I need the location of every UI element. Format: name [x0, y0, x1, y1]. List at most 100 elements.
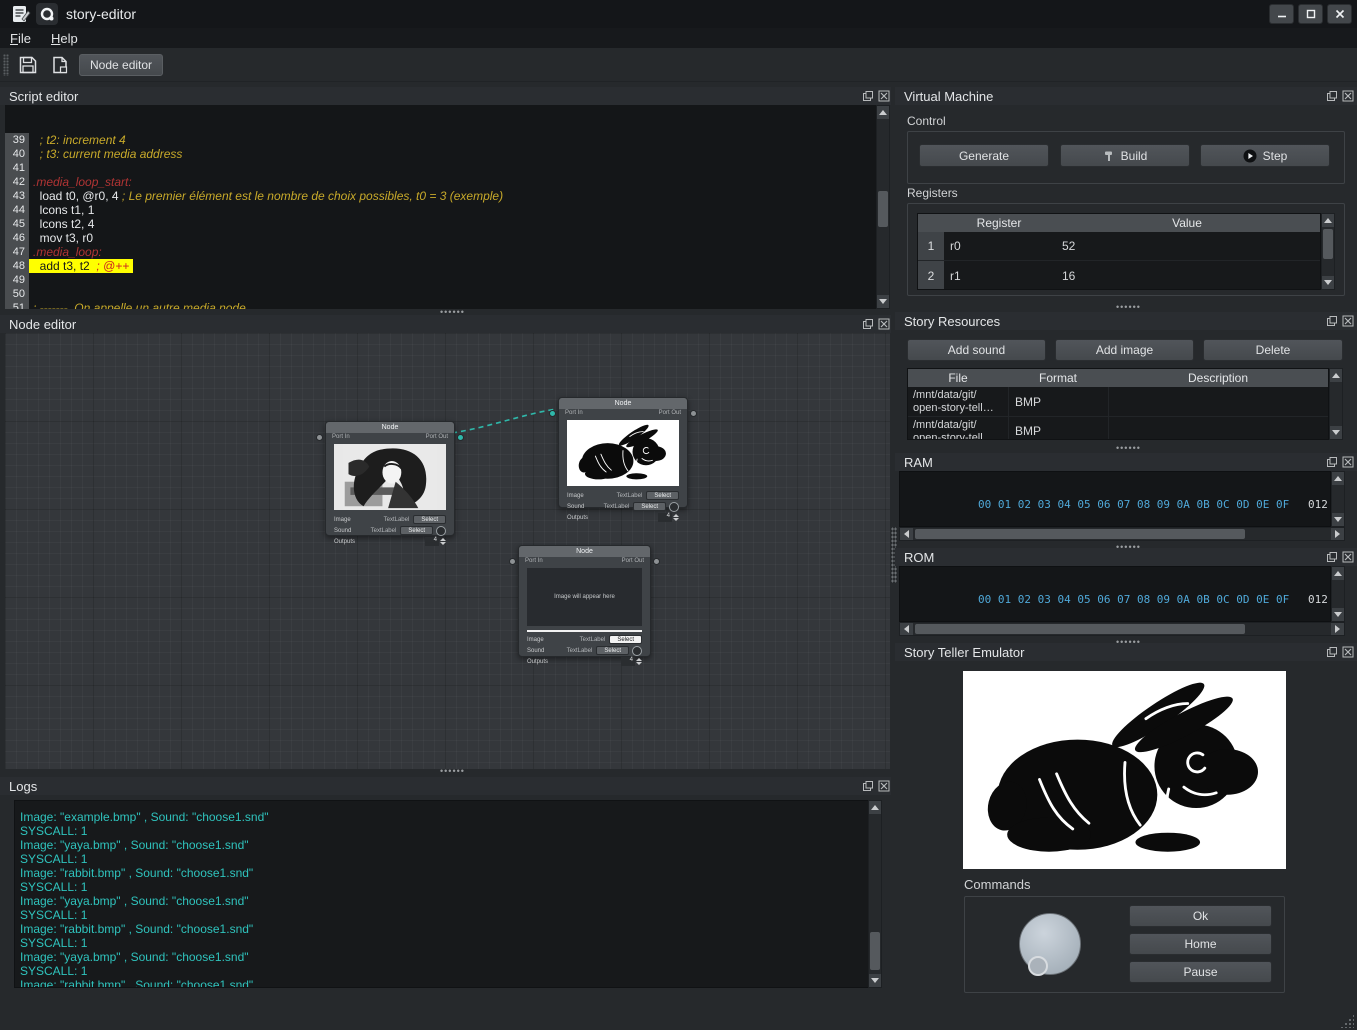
vm-float-icon[interactable]: [1325, 89, 1338, 102]
scroll-track[interactable]: [1322, 227, 1334, 276]
sound-select-button[interactable]: Select: [596, 646, 629, 655]
scroll-thumb[interactable]: [915, 529, 1245, 539]
generate-button[interactable]: Generate: [919, 144, 1049, 167]
new-file-button[interactable]: [47, 52, 73, 78]
sound-play-icon[interactable]: [669, 502, 679, 512]
toolbar-drag-handle[interactable]: [3, 54, 9, 76]
menu-help[interactable]: Help: [41, 30, 88, 47]
media-node-rabbit[interactable]: Node Port In Port Out ImageTextLabelSele…: [558, 397, 688, 508]
scroll-track[interactable]: [913, 528, 1331, 540]
scroll-right-arrow[interactable]: [1331, 528, 1344, 540]
table-row[interactable]: 2 r1 16: [918, 261, 1320, 290]
sound-play-icon[interactable]: [632, 646, 642, 656]
ram-hscrollbar[interactable]: [899, 527, 1345, 541]
scroll-right-arrow[interactable]: [1331, 623, 1344, 635]
image-select-button[interactable]: Select: [646, 491, 679, 500]
logs-float-icon[interactable]: [861, 779, 874, 792]
node-editor-toolbar-button[interactable]: Node editor: [79, 54, 163, 76]
add-image-button[interactable]: Add image: [1055, 339, 1194, 361]
script-line[interactable]: 39 ; t2: increment 4: [5, 133, 876, 147]
rom-hex-view[interactable]: 00 01 02 03 04 05 06 07 08 09 0A 0B 0C 0…: [899, 566, 1331, 622]
script-line[interactable]: 40 ; t3: current media address: [5, 147, 876, 161]
ram-float-icon[interactable]: [1325, 455, 1338, 468]
scroll-up-arrow[interactable]: [1332, 472, 1344, 485]
outputs-spinbox[interactable]: 4: [621, 657, 642, 666]
sound-play-icon[interactable]: [436, 526, 446, 536]
script-line[interactable]: 47.media_loop:: [5, 245, 876, 259]
rom-float-icon[interactable]: [1325, 550, 1338, 563]
script-line[interactable]: 43 load t0, @r0, 4 ; Le premier élément …: [5, 189, 876, 203]
table-row[interactable]: 1 r0 52: [918, 232, 1320, 261]
titlebar[interactable]: story-editor: [0, 0, 1357, 28]
node-title[interactable]: Node: [326, 422, 454, 433]
value-column-header[interactable]: Value: [1054, 214, 1320, 232]
script-line[interactable]: 46 mov t3, r0: [5, 231, 876, 245]
save-button[interactable]: [15, 52, 41, 78]
scroll-up-arrow[interactable]: [1332, 567, 1344, 580]
add-sound-button[interactable]: Add sound: [907, 339, 1046, 361]
scroll-up-arrow[interactable]: [1322, 214, 1334, 227]
splitter-handle[interactable]: [1116, 304, 1141, 310]
scroll-down-arrow[interactable]: [1332, 513, 1344, 526]
node-title[interactable]: Node: [559, 398, 687, 409]
output-port[interactable]: [690, 410, 697, 417]
media-node-empty[interactable]: Node Port In Port Out Image will appear …: [518, 545, 651, 657]
scroll-thumb[interactable]: [878, 191, 888, 227]
node-editor-float-icon[interactable]: [861, 317, 874, 330]
scroll-track[interactable]: [1330, 382, 1342, 426]
input-port[interactable]: [316, 434, 323, 441]
scroll-track[interactable]: [913, 623, 1331, 635]
description-column-header[interactable]: Description: [1108, 369, 1328, 387]
vm-close-icon[interactable]: [1341, 89, 1354, 102]
ram-close-icon[interactable]: [1341, 455, 1354, 468]
ram-vscrollbar[interactable]: [1331, 471, 1345, 527]
input-port[interactable]: [509, 558, 516, 565]
scroll-up-arrow[interactable]: [869, 801, 881, 814]
script-editor-float-icon[interactable]: [861, 89, 874, 102]
scroll-down-arrow[interactable]: [1322, 276, 1334, 289]
sound-select-button[interactable]: Select: [633, 502, 666, 511]
media-node-yaya[interactable]: Node Port In Port Out ImageTextLabelSele…: [325, 421, 455, 536]
resources-float-icon[interactable]: [1325, 314, 1338, 327]
maximize-button[interactable]: [1298, 4, 1323, 24]
scroll-track[interactable]: [1332, 485, 1344, 513]
image-select-button[interactable]: Select: [609, 635, 642, 644]
emulator-close-icon[interactable]: [1341, 645, 1354, 658]
resources-close-icon[interactable]: [1341, 314, 1354, 327]
table-row[interactable]: /mnt/data/git/open-story-tell… BMP: [908, 387, 1328, 417]
script-line[interactable]: 50: [5, 287, 876, 301]
script-editor-vscrollbar[interactable]: [876, 105, 890, 309]
scroll-down-arrow[interactable]: [877, 295, 889, 308]
script-line[interactable]: 49: [5, 273, 876, 287]
output-port[interactable]: [653, 558, 660, 565]
close-button[interactable]: [1327, 4, 1352, 24]
scroll-track[interactable]: [877, 119, 889, 295]
input-port[interactable]: [549, 410, 556, 417]
scroll-left-arrow[interactable]: [900, 623, 913, 635]
scroll-thumb[interactable]: [1323, 229, 1333, 259]
rom-close-icon[interactable]: [1341, 550, 1354, 563]
sound-select-button[interactable]: Select: [400, 526, 433, 535]
file-column-header[interactable]: File: [908, 369, 1008, 387]
command-knob[interactable]: [1019, 913, 1081, 975]
script-editor-close-icon[interactable]: [877, 89, 890, 102]
register-column-header[interactable]: Register: [944, 214, 1054, 232]
script-line[interactable]: 48 add t3, t2 ; @++: [5, 259, 876, 273]
scroll-down-arrow[interactable]: [1332, 608, 1344, 621]
outputs-spinbox[interactable]: 4: [425, 537, 446, 546]
node-editor-close-icon[interactable]: [877, 317, 890, 330]
ram-hex-view[interactable]: 00 01 02 03 04 05 06 07 08 09 0A 0B 0C 0…: [899, 471, 1331, 527]
scroll-down-arrow[interactable]: [869, 974, 881, 987]
scroll-thumb[interactable]: [870, 932, 880, 970]
outputs-spinbox[interactable]: 4: [658, 513, 679, 522]
scroll-track[interactable]: [869, 814, 881, 974]
scroll-up-arrow[interactable]: [1330, 369, 1342, 382]
script-line[interactable]: 41: [5, 161, 876, 175]
rom-hscrollbar[interactable]: [899, 622, 1345, 636]
scroll-left-arrow[interactable]: [900, 528, 913, 540]
output-port[interactable]: [457, 434, 464, 441]
emulator-float-icon[interactable]: [1325, 645, 1338, 658]
script-line[interactable]: 44 lcons t1, 1: [5, 203, 876, 217]
logs-vscrollbar[interactable]: [868, 800, 882, 988]
scroll-track[interactable]: [1332, 580, 1344, 608]
